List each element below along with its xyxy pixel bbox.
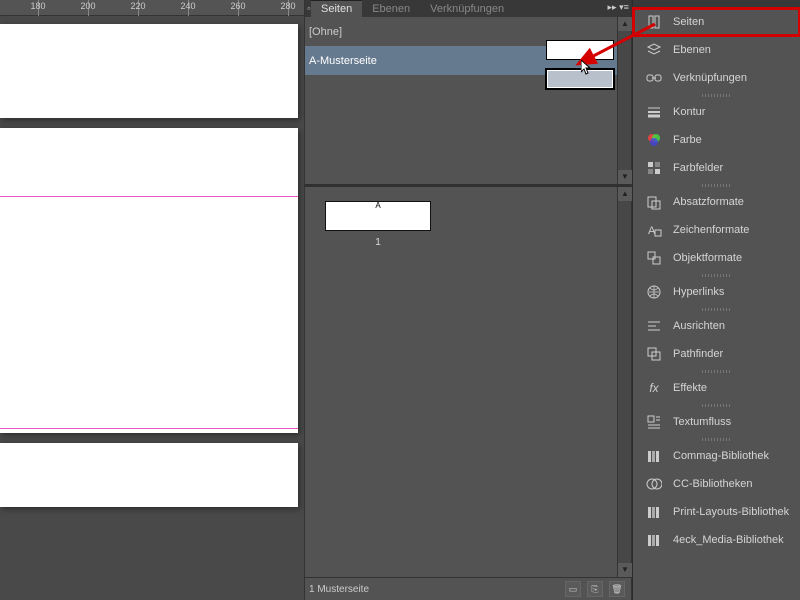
panel-tab-bar: ◦ Seiten Ebenen Verknüpfungen ▸▸ ▾≡ bbox=[305, 0, 631, 17]
object-styles-icon bbox=[645, 249, 663, 267]
page-spread[interactable] bbox=[0, 443, 298, 507]
sidebar-label: Commag-Bibliothek bbox=[673, 450, 769, 462]
scroll-down-icon[interactable]: ▼ bbox=[618, 563, 632, 577]
panel-collapse-icon[interactable]: ▸▸ bbox=[607, 2, 617, 12]
tab-layers[interactable]: Ebenen bbox=[362, 1, 420, 17]
master-thumb-a[interactable] bbox=[546, 69, 614, 89]
ruler-mark: 180 bbox=[30, 1, 45, 11]
page-spread[interactable] bbox=[0, 24, 298, 118]
page-master-badge: A bbox=[375, 201, 380, 210]
panel-menu-icon[interactable]: ▾≡ bbox=[619, 2, 629, 12]
sidebar-label: Objektformate bbox=[673, 252, 742, 264]
right-dock: Seiten Ebenen Verknüpfungen Kontur Farbe… bbox=[632, 0, 800, 600]
master-label: A-Musterseite bbox=[309, 55, 377, 67]
sidebar-label: Absatzformate bbox=[673, 196, 744, 208]
library-icon bbox=[645, 447, 663, 465]
pages-panel: ◦ Seiten Ebenen Verknüpfungen ▸▸ ▾≡ [Ohn… bbox=[304, 0, 632, 600]
paragraph-styles-icon bbox=[645, 193, 663, 211]
sidebar-item-pages[interactable]: Seiten bbox=[633, 8, 800, 36]
scroll-down-icon[interactable]: ▼ bbox=[618, 170, 632, 184]
sidebar-label: 4eck_Media-Bibliothek bbox=[673, 534, 784, 546]
ruler-mark: 280 bbox=[280, 1, 295, 11]
sidebar-label: Print-Layouts-Bibliothek bbox=[673, 506, 789, 518]
ruler-mark: 220 bbox=[130, 1, 145, 11]
pathfinder-icon bbox=[645, 345, 663, 363]
master-thumb-none[interactable] bbox=[546, 40, 614, 60]
sidebar-item-links[interactable]: Verknüpfungen bbox=[633, 64, 800, 92]
scroll-up-icon[interactable]: ▲ bbox=[618, 17, 632, 31]
sidebar-item-object-styles[interactable]: Objektformate bbox=[633, 244, 800, 272]
effects-icon: fx bbox=[645, 379, 663, 397]
sidebar-label: Verknüpfungen bbox=[673, 72, 747, 84]
ruler-mark: 200 bbox=[80, 1, 95, 11]
panel-footer: 1 Musterseite ▭ ⎘ 🗑 bbox=[305, 577, 631, 600]
tab-links[interactable]: Verknüpfungen bbox=[420, 1, 514, 17]
master-pages-section: [Ohne] A-Musterseite ▲ ▼ bbox=[305, 17, 631, 187]
pages-icon bbox=[645, 13, 663, 31]
sidebar-label: CC-Bibliotheken bbox=[673, 478, 752, 490]
page-thumb-1[interactable]: A 1 bbox=[325, 201, 431, 248]
delete-page-icon[interactable]: 🗑 bbox=[609, 581, 625, 597]
sidebar-item-color[interactable]: Farbe bbox=[633, 126, 800, 154]
ruler-mark: 240 bbox=[180, 1, 195, 11]
library-icon bbox=[645, 531, 663, 549]
sidebar-label: Ausrichten bbox=[673, 320, 725, 332]
sidebar-label: Pathfinder bbox=[673, 348, 723, 360]
sidebar-item-hyperlinks[interactable]: Hyperlinks bbox=[633, 278, 800, 306]
new-page-icon[interactable]: ⎘ bbox=[587, 581, 603, 597]
edit-page-size-icon[interactable]: ▭ bbox=[565, 581, 581, 597]
sidebar-item-stroke[interactable]: Kontur bbox=[633, 98, 800, 126]
scroll-up-icon[interactable]: ▲ bbox=[618, 187, 632, 201]
footer-status: 1 Musterseite bbox=[309, 584, 369, 595]
layers-icon bbox=[645, 41, 663, 59]
textwrap-icon bbox=[645, 413, 663, 431]
scrollbar[interactable]: ▲ ▼ bbox=[617, 187, 631, 577]
page-spread[interactable] bbox=[0, 128, 298, 433]
sidebar-item-textwrap[interactable]: Textumfluss bbox=[633, 408, 800, 436]
ruler-horizontal: 180 200 220 240 260 280 bbox=[0, 0, 304, 16]
swatches-icon bbox=[645, 159, 663, 177]
ruler-mark: 260 bbox=[230, 1, 245, 11]
sidebar-label: Ebenen bbox=[673, 44, 711, 56]
sidebar-label: Seiten bbox=[673, 16, 704, 28]
page-number: 1 bbox=[325, 237, 431, 248]
hyperlinks-icon bbox=[645, 283, 663, 301]
document-pages-section: A 1 ▲ ▼ bbox=[305, 187, 631, 577]
sidebar-label: Farbe bbox=[673, 134, 702, 146]
sidebar-item-effects[interactable]: fx Effekte bbox=[633, 374, 800, 402]
sidebar-label: Farbfelder bbox=[673, 162, 723, 174]
sidebar-item-layers[interactable]: Ebenen bbox=[633, 36, 800, 64]
sidebar-item-align[interactable]: Ausrichten bbox=[633, 312, 800, 340]
sidebar-label: Kontur bbox=[673, 106, 705, 118]
sidebar-label: Textumfluss bbox=[673, 416, 731, 428]
master-label: [Ohne] bbox=[309, 26, 342, 38]
sidebar-item-lib-commag[interactable]: Commag-Bibliothek bbox=[633, 442, 800, 470]
sidebar-item-swatches[interactable]: Farbfelder bbox=[633, 154, 800, 182]
sidebar-item-lib-4eck[interactable]: 4eck_Media-Bibliothek bbox=[633, 526, 800, 554]
sidebar-item-character-styles[interactable]: A Zeichenformate bbox=[633, 216, 800, 244]
sidebar-label: Hyperlinks bbox=[673, 286, 724, 298]
character-styles-icon: A bbox=[645, 221, 663, 239]
sidebar-item-lib-print[interactable]: Print-Layouts-Bibliothek bbox=[633, 498, 800, 526]
document-canvas[interactable]: 180 200 220 240 260 280 bbox=[0, 0, 304, 600]
sidebar-label: Effekte bbox=[673, 382, 707, 394]
sidebar-label: Zeichenformate bbox=[673, 224, 749, 236]
library-icon bbox=[645, 503, 663, 521]
sidebar-item-pathfinder[interactable]: Pathfinder bbox=[633, 340, 800, 368]
dock-header[interactable] bbox=[633, 0, 800, 8]
tab-pages[interactable]: Seiten bbox=[311, 0, 362, 17]
align-icon bbox=[645, 317, 663, 335]
sidebar-item-cc-libraries[interactable]: CC-Bibliotheken bbox=[633, 470, 800, 498]
scrollbar[interactable]: ▲ ▼ bbox=[617, 17, 631, 184]
stroke-icon bbox=[645, 103, 663, 121]
color-icon bbox=[645, 131, 663, 149]
links-icon bbox=[645, 69, 663, 87]
cc-icon bbox=[645, 475, 663, 493]
sidebar-item-paragraph-styles[interactable]: Absatzformate bbox=[633, 188, 800, 216]
